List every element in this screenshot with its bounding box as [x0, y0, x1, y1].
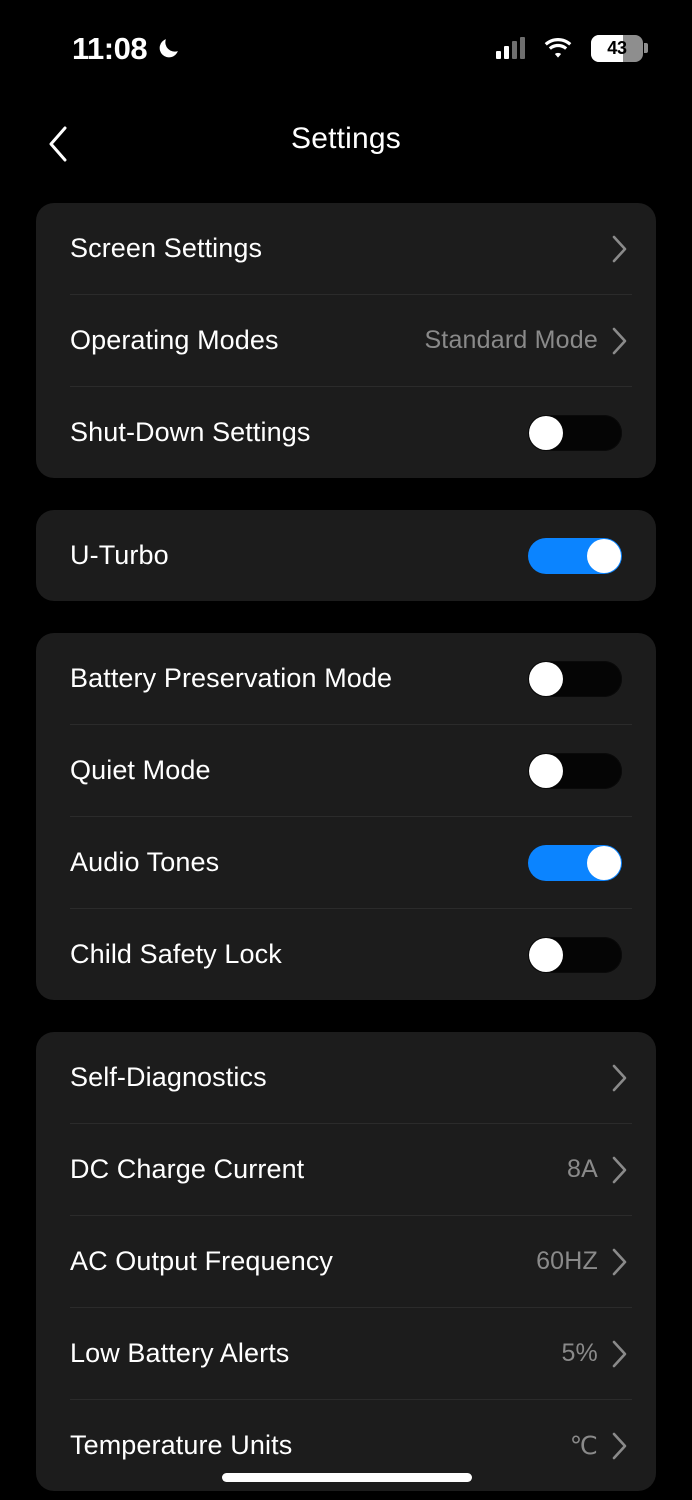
chevron-right-icon [612, 1432, 627, 1459]
toggle-knob [529, 415, 563, 450]
status-time: 11:08 [72, 30, 148, 66]
settings-row[interactable]: Audio Tones [36, 817, 656, 908]
chevron-right-icon [612, 1248, 627, 1275]
toggle-switch[interactable] [528, 752, 622, 789]
settings-list: Screen Settings Operating Modes Standard M… [36, 203, 656, 1500]
wifi-icon [543, 37, 573, 59]
settings-row-value: 60HZ [536, 1247, 598, 1275]
settings-row-value: 8A [567, 1155, 598, 1183]
settings-row[interactable]: Battery Preservation Mode [36, 633, 656, 724]
page-title: Settings [291, 122, 401, 155]
battery-icon: 43 [591, 34, 648, 62]
settings-row-label: Self-Diagnostics [70, 1062, 267, 1092]
settings-row[interactable]: Self-Diagnostics [36, 1032, 656, 1123]
settings-row-label: U-Turbo [70, 540, 169, 570]
toggle-switch[interactable] [528, 414, 622, 451]
settings-group: U-Turbo [36, 510, 656, 601]
status-bar-right: 43 [496, 34, 648, 62]
phone-screen: 11:08 43 Settings Screen Settings Operat… [0, 0, 692, 1500]
settings-group: Screen Settings Operating Modes Standard M… [36, 203, 656, 478]
status-bar: 11:08 43 [0, 0, 692, 96]
settings-row-value: ℃ [569, 1431, 598, 1460]
settings-group: Self-Diagnostics DC Charge Current 8A AC Ou… [36, 1032, 656, 1491]
chevron-right-icon [612, 327, 627, 354]
settings-row-label: Shut-Down Settings [70, 417, 311, 447]
settings-row-value: 5% [561, 1339, 598, 1367]
toggle-knob [529, 753, 563, 788]
settings-row-label: DC Charge Current [70, 1154, 305, 1184]
toggle-switch[interactable] [528, 660, 622, 697]
settings-row[interactable]: Low Battery Alerts 5% [36, 1308, 656, 1399]
settings-row[interactable]: Quiet Mode [36, 725, 656, 816]
chevron-right-icon [612, 1340, 627, 1367]
settings-row-label: Child Safety Lock [70, 939, 282, 969]
settings-row-value: Standard Mode [424, 326, 598, 354]
settings-row-label: Quiet Mode [70, 755, 211, 785]
toggle-knob [529, 937, 563, 972]
toggle-knob [587, 845, 621, 880]
settings-row-label: Battery Preservation Mode [70, 663, 393, 693]
toggle-knob [529, 661, 563, 696]
settings-group: Battery Preservation Mode Quiet Mode Audio… [36, 633, 656, 1000]
chevron-right-icon [612, 235, 627, 262]
home-indicator[interactable] [222, 1473, 472, 1482]
nav-bar: Settings [0, 104, 692, 184]
settings-row[interactable]: U-Turbo [36, 510, 656, 601]
settings-row[interactable]: Operating Modes Standard Mode [36, 295, 656, 386]
toggle-switch[interactable] [528, 537, 622, 574]
chevron-right-icon [612, 1156, 627, 1183]
settings-row-label: AC Output Frequency [70, 1246, 334, 1276]
battery-percent: 43 [607, 37, 627, 58]
toggle-switch[interactable] [528, 844, 622, 881]
toggle-switch[interactable] [528, 936, 622, 973]
settings-row-label: Operating Modes [70, 325, 279, 355]
cellular-signal-icon [496, 37, 525, 59]
crescent-moon-icon [156, 36, 181, 61]
settings-row-label: Low Battery Alerts [70, 1338, 290, 1368]
settings-row[interactable]: Screen Settings [36, 203, 656, 294]
settings-row-label: Screen Settings [70, 233, 263, 263]
settings-row-label: Audio Tones [70, 847, 220, 877]
settings-row[interactable]: Shut-Down Settings [36, 387, 656, 478]
toggle-knob [587, 538, 621, 573]
settings-row[interactable]: DC Charge Current 8A [36, 1124, 656, 1215]
settings-row-label: Temperature Units [70, 1430, 293, 1460]
chevron-right-icon [612, 1064, 627, 1091]
settings-row[interactable]: AC Output Frequency 60HZ [36, 1216, 656, 1307]
settings-row[interactable]: Child Safety Lock [36, 909, 656, 1000]
status-bar-left: 11:08 [72, 33, 181, 64]
